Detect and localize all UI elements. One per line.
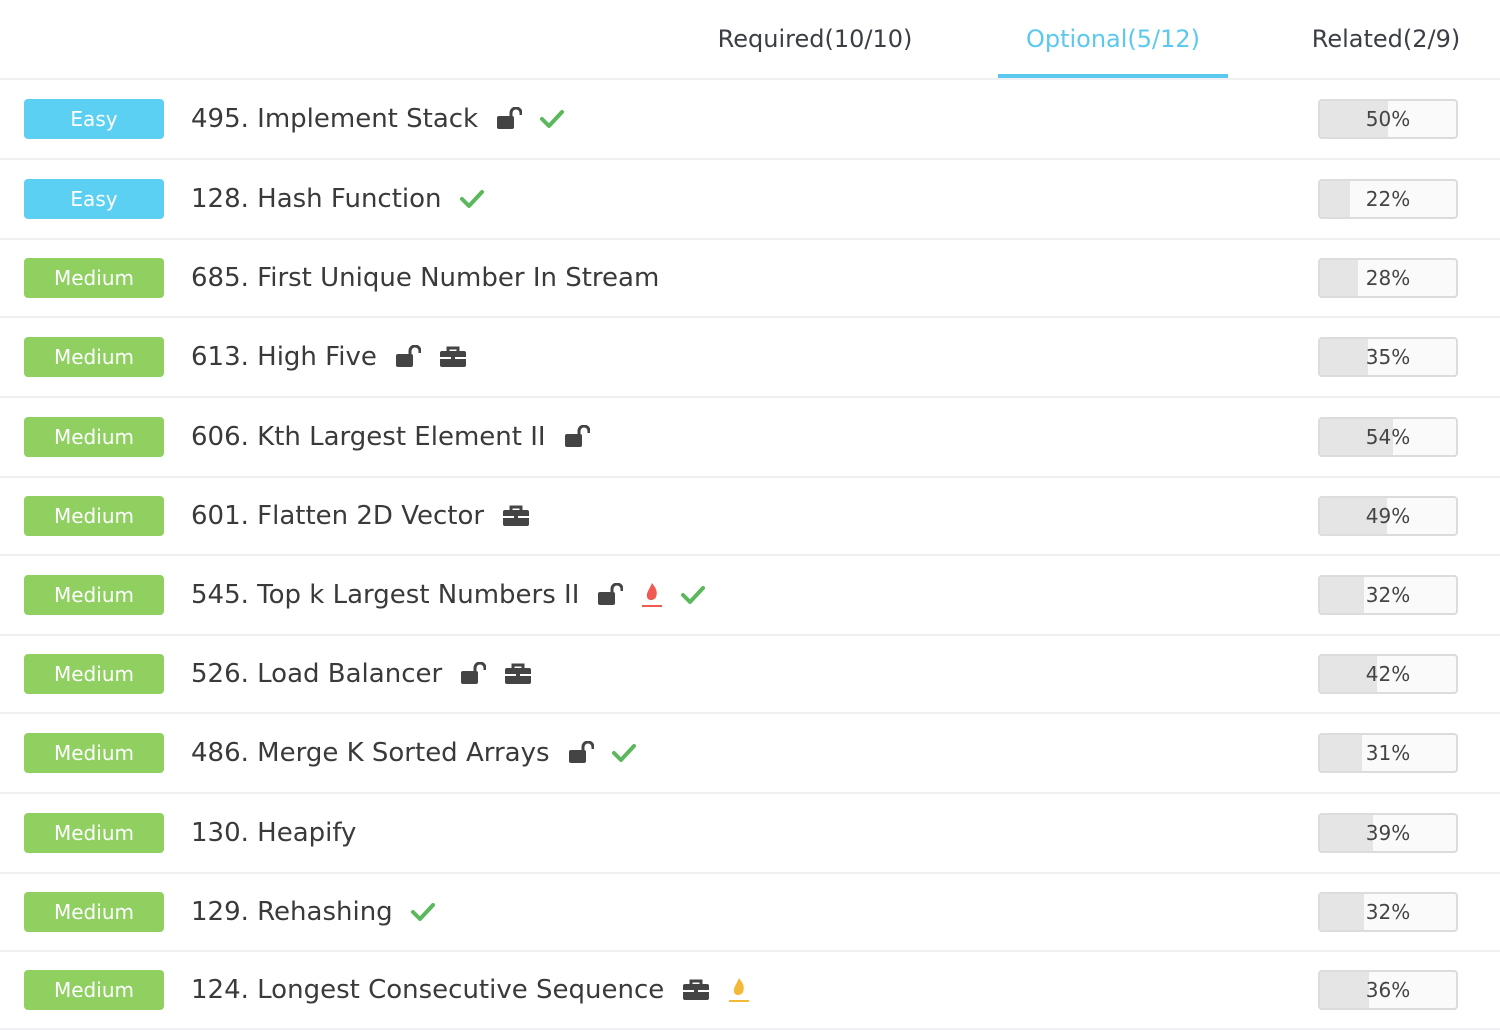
tab-bar: Required(10/10) Optional(5/12) Related(2… <box>0 0 1500 80</box>
problem-title-group: 128. Hash Function <box>191 184 484 214</box>
unlock-icon <box>395 345 421 369</box>
acceptance-rate-label: 31% <box>1365 741 1411 765</box>
acceptance-rate-bar: 28% <box>1318 258 1458 298</box>
problem-title-link[interactable]: 128. Hash Function <box>191 184 442 214</box>
acceptance-rate-bar: 50% <box>1318 99 1458 139</box>
difficulty-badge: Medium <box>24 654 164 694</box>
difficulty-badge: Easy <box>24 179 164 219</box>
problem-title-group: 545. Top k Largest Numbers II <box>191 580 706 610</box>
problem-row[interactable]: Medium 545. Top k Largest Numbers II 32% <box>0 556 1500 636</box>
difficulty-badge: Easy <box>24 99 164 139</box>
problem-row[interactable]: Easy 495. Implement Stack 50% <box>0 80 1500 160</box>
problem-title-group: 130. Heapify <box>191 818 356 848</box>
problem-row[interactable]: Easy 128. Hash Function 22% <box>0 160 1500 240</box>
acceptance-rate-label: 22% <box>1365 187 1411 211</box>
problem-row[interactable]: Medium 601. Flatten 2D Vector 49% <box>0 478 1500 556</box>
problem-title-group: 613. High Five <box>191 342 467 372</box>
problem-title-link[interactable]: 606. Kth Largest Element II <box>191 422 546 452</box>
difficulty-badge: Medium <box>24 970 164 1010</box>
problem-list: Easy 495. Implement Stack 50% Easy 128. Hash… <box>0 80 1500 1030</box>
problem-title-link[interactable]: 124. Longest Consecutive Sequence <box>191 975 664 1005</box>
unlock-icon <box>568 741 594 765</box>
acceptance-rate-bar: 36% <box>1318 970 1458 1010</box>
problem-title-group: 129. Rehashing <box>191 897 435 927</box>
acceptance-rate-label: 28% <box>1365 266 1411 290</box>
problem-title-group: 601. Flatten 2D Vector <box>191 501 530 531</box>
problem-title-link[interactable]: 685. First Unique Number In Stream <box>191 263 659 293</box>
unlock-icon <box>460 662 487 686</box>
difficulty-badge: Medium <box>24 496 164 536</box>
briefcase-icon <box>504 662 532 686</box>
problem-row[interactable]: Medium 130. Heapify 39% <box>0 794 1500 874</box>
acceptance-rate-bar: 49% <box>1318 496 1458 536</box>
acceptance-rate-bar: 35% <box>1318 337 1458 377</box>
acceptance-rate-label: 49% <box>1365 504 1411 528</box>
problem-row[interactable]: Medium 685. First Unique Number In Stream… <box>0 240 1500 318</box>
check-icon <box>410 902 435 922</box>
problem-title-link[interactable]: 601. Flatten 2D Vector <box>191 501 484 531</box>
acceptance-rate-bar: 32% <box>1318 892 1458 932</box>
acceptance-rate-bar: 31% <box>1318 733 1458 773</box>
problem-title-group: 495. Implement Stack <box>191 104 565 134</box>
acceptance-rate-label: 32% <box>1365 900 1411 924</box>
acceptance-rate-label: 32% <box>1365 583 1411 607</box>
acceptance-rate-label: 36% <box>1365 978 1411 1002</box>
acceptance-rate-bar: 39% <box>1318 813 1458 853</box>
difficulty-badge: Medium <box>24 417 164 457</box>
acceptance-rate-label: 35% <box>1365 345 1411 369</box>
check-icon <box>681 585 706 605</box>
problem-row[interactable]: Medium 526. Load Balancer 42% <box>0 636 1500 714</box>
difficulty-badge: Medium <box>24 575 164 615</box>
check-icon <box>611 743 636 763</box>
problem-row[interactable]: Medium 124. Longest Consecutive Sequence 3… <box>0 952 1500 1030</box>
problem-title-group: 124. Longest Consecutive Sequence <box>191 975 750 1005</box>
problem-title-group: 606. Kth Largest Element II <box>191 422 590 452</box>
difficulty-badge: Medium <box>24 813 164 853</box>
problem-title-group: 486. Merge K Sorted Arrays <box>191 738 636 768</box>
problem-title-link[interactable]: 495. Implement Stack <box>191 104 478 134</box>
problem-row[interactable]: Medium 486. Merge K Sorted Arrays 31% <box>0 714 1500 794</box>
problem-title-link[interactable]: 486. Merge K Sorted Arrays <box>191 738 550 768</box>
difficulty-badge: Medium <box>24 337 164 377</box>
unlock-icon <box>496 107 523 131</box>
acceptance-rate-bar: 42% <box>1318 654 1458 694</box>
problem-title-link[interactable]: 526. Load Balancer <box>191 659 442 689</box>
unlock-icon <box>597 583 624 607</box>
acceptance-rate-bar: 54% <box>1318 417 1458 457</box>
problem-title-link[interactable]: 130. Heapify <box>191 818 356 848</box>
problem-row[interactable]: Medium 129. Rehashing 32% <box>0 874 1500 952</box>
check-icon <box>540 109 565 129</box>
acceptance-rate-bar: 32% <box>1318 575 1458 615</box>
check-icon <box>459 189 484 209</box>
problem-row[interactable]: Medium 613. High Five 35% <box>0 318 1500 398</box>
acceptance-rate-bar: 22% <box>1318 179 1458 219</box>
fire-hot-icon <box>641 581 663 609</box>
problem-title-group: 685. First Unique Number In Stream <box>191 263 659 293</box>
problem-title-group: 526. Load Balancer <box>191 659 532 689</box>
tab-related[interactable]: Related(2/9) <box>1300 0 1472 78</box>
difficulty-badge: Medium <box>24 892 164 932</box>
briefcase-icon <box>682 978 710 1002</box>
problem-row[interactable]: Medium 606. Kth Largest Element II 54% <box>0 398 1500 478</box>
acceptance-rate-label: 42% <box>1365 662 1411 686</box>
briefcase-icon <box>439 345 467 369</box>
tab-optional[interactable]: Optional(5/12) <box>998 0 1228 78</box>
problem-title-link[interactable]: 613. High Five <box>191 342 377 372</box>
acceptance-rate-label: 50% <box>1365 107 1411 131</box>
problem-title-link[interactable]: 545. Top k Largest Numbers II <box>191 580 579 610</box>
unlock-icon <box>564 425 590 449</box>
difficulty-badge: Medium <box>24 733 164 773</box>
acceptance-rate-label: 39% <box>1365 821 1411 845</box>
fire-warm-icon <box>728 976 750 1004</box>
tab-required[interactable]: Required(10/10) <box>690 0 940 78</box>
problem-title-link[interactable]: 129. Rehashing <box>191 897 393 927</box>
difficulty-badge: Medium <box>24 258 164 298</box>
acceptance-rate-label: 54% <box>1365 425 1411 449</box>
briefcase-icon <box>502 504 530 528</box>
